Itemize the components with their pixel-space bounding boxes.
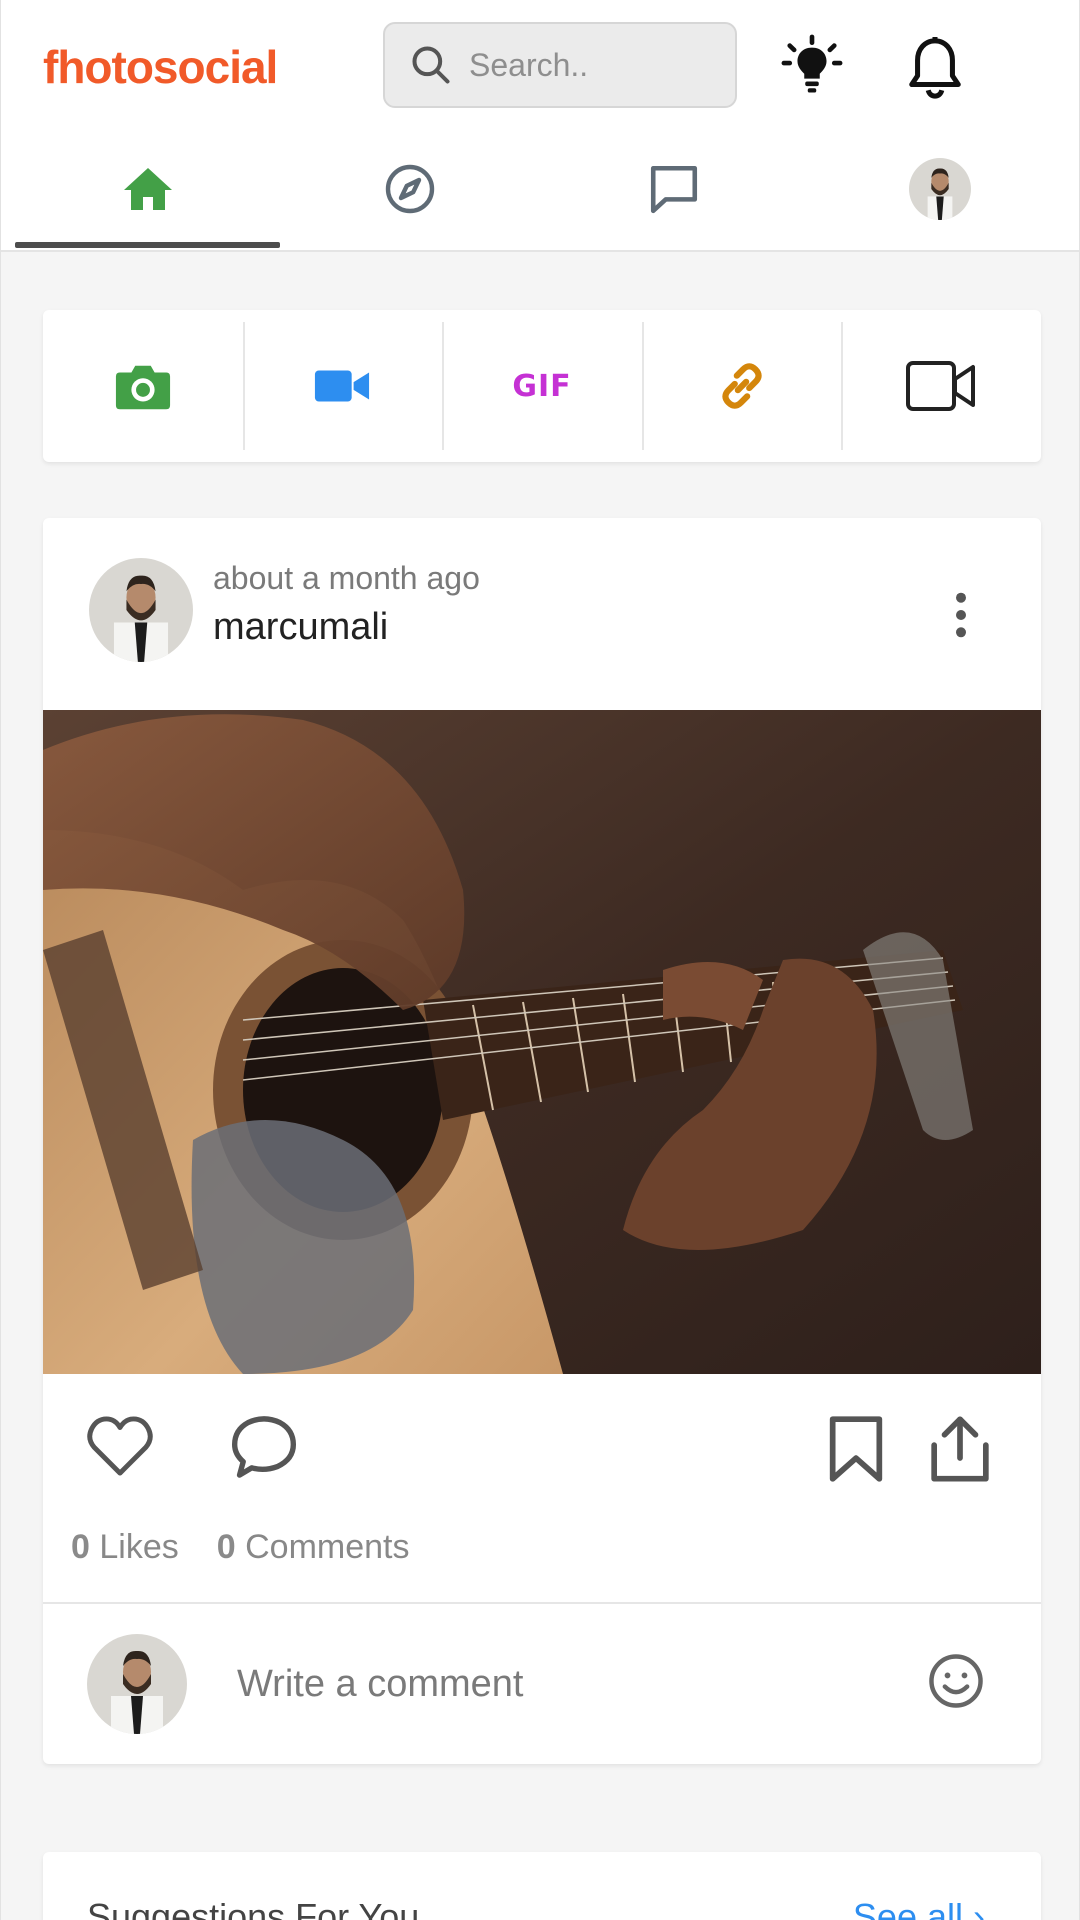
- add-gif-button[interactable]: GIF: [442, 310, 642, 462]
- add-photo-button[interactable]: [43, 310, 243, 462]
- link-icon: [721, 363, 762, 409]
- tab-messages[interactable]: [541, 130, 806, 248]
- gif-icon: GIF: [512, 368, 572, 404]
- suggestions-title: Suggestions For You: [87, 1896, 420, 1920]
- post-photo[interactable]: [43, 710, 1041, 1374]
- post-username[interactable]: marcumali: [213, 606, 388, 649]
- theme-toggle-button[interactable]: [777, 30, 847, 100]
- more-options-button[interactable]: [951, 590, 971, 640]
- add-video-button[interactable]: [242, 310, 443, 462]
- avatar[interactable]: [89, 558, 193, 662]
- more-vertical-icon: [956, 592, 966, 638]
- post-composer: GIF: [43, 310, 1041, 462]
- comment-button[interactable]: [229, 1414, 299, 1485]
- share-icon: [931, 1416, 989, 1482]
- comment-input[interactable]: [237, 1654, 897, 1714]
- bookmark-button[interactable]: [827, 1414, 885, 1489]
- home-icon: [123, 168, 172, 210]
- bell-icon: [909, 37, 961, 99]
- search-input[interactable]: [469, 46, 719, 84]
- camera-icon: [115, 365, 170, 410]
- post-actions: [43, 1374, 1041, 1514]
- post-timestamp: about a month ago: [213, 560, 480, 596]
- chevron-right-icon: ›: [973, 1896, 985, 1920]
- likes-count[interactable]: 0 Likes: [71, 1528, 179, 1566]
- lightbulb-icon: [781, 34, 843, 93]
- share-button[interactable]: [929, 1414, 991, 1489]
- divider: [43, 1602, 1041, 1604]
- avatar: [908, 158, 971, 220]
- search-icon: [412, 46, 450, 84]
- app-logo[interactable]: fhotosocial: [43, 40, 278, 94]
- notifications-button[interactable]: [897, 30, 973, 106]
- post-counts: 0 Likes 0 Comments: [71, 1528, 410, 1567]
- search-bar[interactable]: [383, 22, 737, 108]
- top-header: fhotosocial: [1, 0, 1079, 252]
- tab-home[interactable]: [15, 130, 280, 248]
- comment-bubble-icon: [231, 1416, 297, 1478]
- suggestions-card: Suggestions For You See all ›: [43, 1852, 1041, 1920]
- tab-profile[interactable]: [807, 130, 1072, 248]
- compass-icon: [385, 164, 434, 214]
- add-link-button[interactable]: [641, 310, 842, 462]
- bookmark-icon: [829, 1416, 883, 1482]
- video-outline-icon: [906, 361, 976, 411]
- tab-explore[interactable]: [277, 130, 542, 248]
- post-header: about a month ago marcumali: [43, 518, 1041, 710]
- comments-count[interactable]: 0 Comments: [217, 1528, 410, 1566]
- main-nav: [1, 130, 1079, 252]
- start-live-video-button[interactable]: [841, 310, 1041, 462]
- video-camera-icon: [315, 370, 370, 402]
- see-all-link[interactable]: See all ›: [853, 1896, 985, 1920]
- emoji-button[interactable]: [927, 1652, 985, 1715]
- avatar: [87, 1634, 187, 1734]
- like-button[interactable]: [85, 1414, 155, 1483]
- post-card: about a month ago marcumali 0 Likes 0 Co…: [43, 518, 1041, 1764]
- heart-icon: [87, 1416, 153, 1476]
- smiley-icon: [929, 1654, 983, 1708]
- app-page: fhotosocial Search.. GIF about a month a…: [0, 0, 1080, 1920]
- chat-icon: [650, 165, 697, 214]
